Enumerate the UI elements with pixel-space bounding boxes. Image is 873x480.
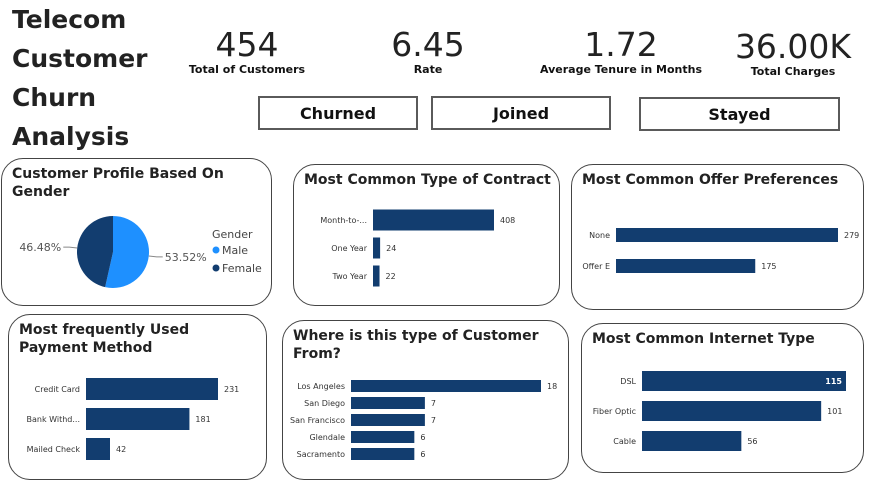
tick-label: None: [589, 231, 610, 240]
internet-card: Most Common Internet Type DSL 115 Fiber Op…: [581, 323, 864, 473]
page-title: Telecom Customer Churn Analysis: [12, 5, 148, 151]
offer-card: Most Common Offer Preferences None 279 Off…: [571, 164, 864, 310]
legend-item: Male: [222, 244, 248, 257]
kpi-rate: 6.45 Rate: [378, 25, 478, 77]
kpi-average-tenure: 1.72 Average Tenure in Months: [536, 25, 706, 77]
tick-label: San Francisco: [290, 416, 345, 425]
bar: [351, 380, 541, 392]
legend-title: Gender: [212, 228, 253, 241]
data-label: 24: [386, 244, 396, 253]
bar: [373, 265, 380, 287]
bar: [616, 228, 838, 242]
bar: [351, 397, 425, 409]
legend-swatch: [212, 264, 220, 272]
bar: [86, 438, 110, 460]
bar: [86, 408, 190, 430]
city-bar-chart: Los Angeles 18 San Diego 7 San Francisco 7 Gle…: [290, 380, 557, 460]
leader-line: [63, 246, 78, 249]
payment-card: Most frequently Used Payment Method Cred…: [8, 314, 267, 480]
data-label: 22: [386, 272, 396, 281]
tick-label: One Year: [331, 244, 367, 253]
kpi-value: 36.00K: [734, 27, 852, 66]
kpi-value: 6.45: [391, 25, 465, 64]
kpi-value: 454: [215, 25, 279, 64]
data-label: 6: [420, 450, 425, 459]
tick-label: Mailed Check: [27, 445, 81, 454]
city-card: Where is this type of Customer From? Los…: [282, 320, 569, 480]
churned-button[interactable]: Churned: [258, 96, 418, 130]
bar: [351, 431, 415, 443]
bar: [642, 371, 846, 391]
data-label: 279: [844, 231, 859, 240]
data-label: 101: [827, 407, 842, 416]
data-label: 18: [547, 382, 557, 391]
bar: [642, 431, 742, 451]
data-label: 231: [224, 385, 239, 394]
slice-label: 46.48%: [19, 241, 61, 254]
bar: [373, 209, 494, 231]
data-label: 7: [431, 399, 436, 408]
legend-item: Female: [222, 262, 262, 275]
kpi-total-charges: 36.00K Total Charges: [728, 27, 858, 79]
data-label: 115: [825, 377, 842, 386]
offer-bar-chart: None 279 Offer E 175: [582, 228, 859, 273]
tick-label: San Diego: [304, 399, 345, 408]
data-label: 181: [195, 415, 210, 424]
data-label: 6: [420, 433, 425, 442]
bar: [351, 414, 425, 426]
leader-line: [148, 255, 163, 258]
slice-label: 53.52%: [165, 251, 207, 264]
bar: [642, 401, 822, 421]
bar: [373, 237, 381, 259]
kpi-label: Total Charges: [750, 65, 836, 78]
tick-label: Two Year: [332, 272, 368, 281]
bar: [86, 378, 218, 400]
tick-label: Glendale: [309, 433, 345, 442]
tick-label: Los Angeles: [297, 382, 345, 391]
contract-card: Most Common Type of Contract Month-to-..…: [293, 164, 560, 306]
contract-bar-chart: Month-to-... 408 One Year 24 Two Year 22: [320, 209, 515, 287]
tick-label: Offer E: [582, 262, 610, 271]
data-label: 42: [116, 445, 126, 454]
stayed-button[interactable]: Stayed: [639, 97, 840, 131]
tick-label: Fiber Optic: [593, 407, 636, 416]
gender-pie-chart: 53.52% 46.48% Gender Male Female: [19, 216, 262, 288]
tick-label: Credit Card: [35, 385, 80, 394]
kpi-value: 1.72: [584, 25, 658, 64]
bar: [351, 448, 415, 460]
data-label: 56: [747, 437, 757, 446]
payment-bar-chart: Credit Card 231 Bank Withd... 181 Mailed Che…: [26, 378, 239, 460]
kpi-label: Average Tenure in Months: [539, 63, 703, 76]
tick-label: DSL: [620, 377, 636, 386]
data-label: 7: [431, 416, 436, 425]
tick-label: Cable: [613, 437, 636, 446]
legend-swatch: [212, 246, 220, 254]
gender-card: Customer Profile Based On Gender 53.52% 4…: [1, 158, 272, 306]
tick-label: Bank Withd...: [26, 415, 80, 424]
kpi-label: Rate: [413, 63, 443, 76]
data-label: 175: [761, 262, 776, 271]
tick-label: Month-to-...: [320, 216, 367, 225]
internet-bar-chart: DSL 115 Fiber Optic 101 Cable 56: [593, 371, 846, 451]
data-label: 408: [500, 216, 515, 225]
kpi-label: Total of Customers: [188, 63, 306, 76]
kpi-total-customers: 454 Total of Customers: [188, 25, 306, 77]
tick-label: Sacramento: [297, 450, 345, 459]
joined-button[interactable]: Joined: [431, 96, 611, 130]
bar: [616, 259, 756, 273]
